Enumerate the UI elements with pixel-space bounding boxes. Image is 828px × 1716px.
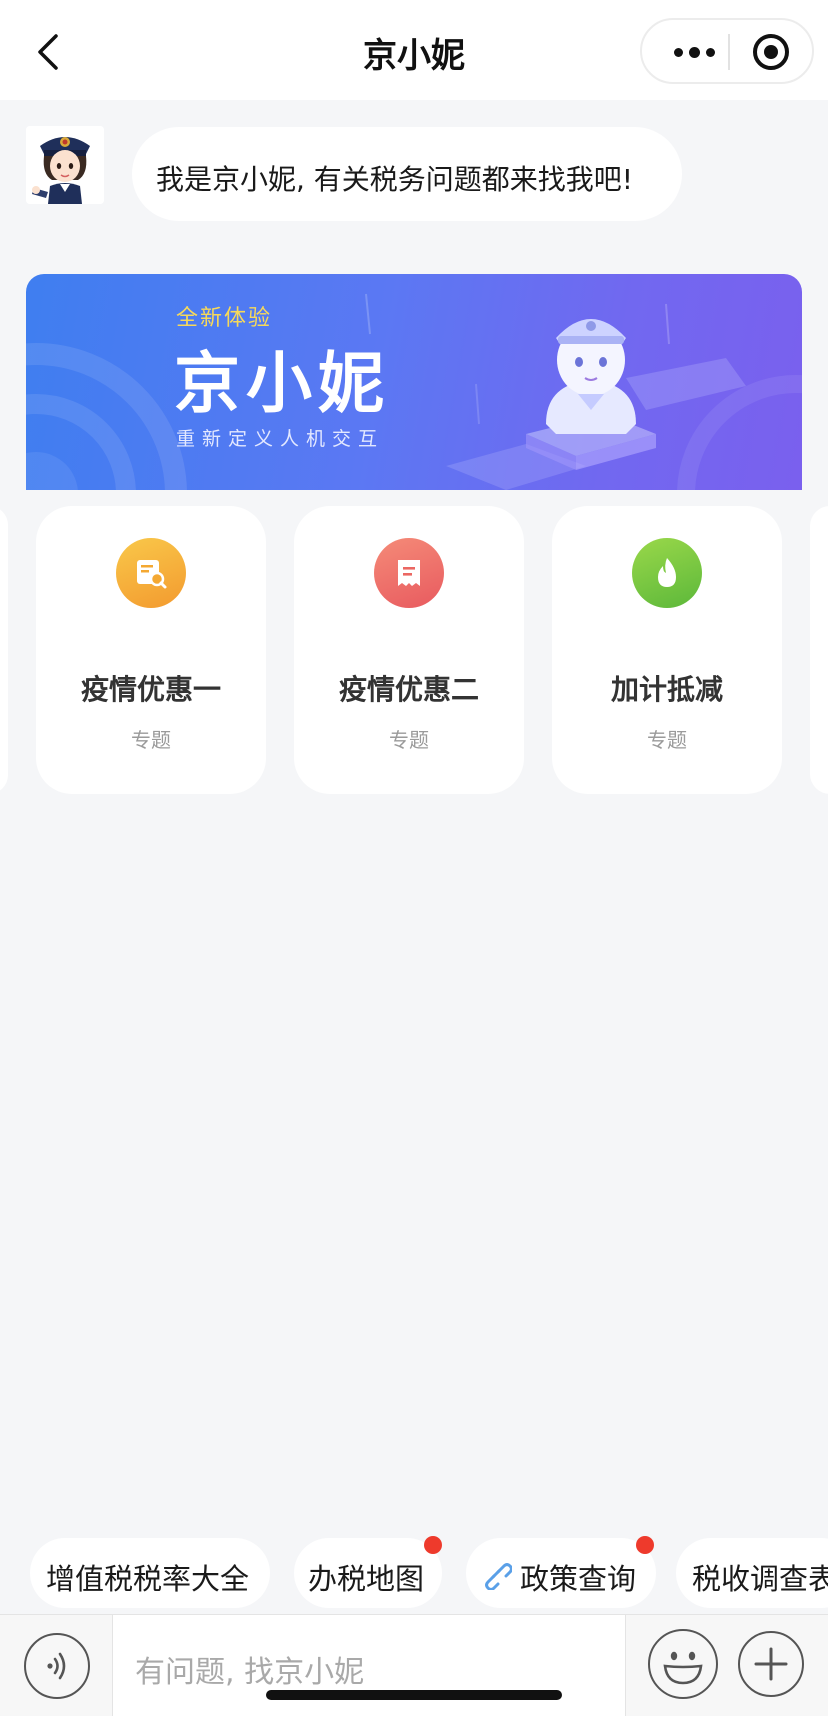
chip-label: 增值税税率大全 bbox=[46, 1562, 250, 1596]
notification-badge bbox=[424, 1536, 442, 1554]
chip-label: 办税地图 bbox=[308, 1562, 425, 1596]
greeting-bubble: 我是京小妮, 有关税务问题都来找我吧! bbox=[132, 127, 682, 221]
card-subtitle: 专题 bbox=[647, 728, 687, 752]
officer-avatar-icon bbox=[26, 126, 104, 204]
home-indicator bbox=[266, 1690, 562, 1700]
navigation-bar: 京小妮 bbox=[0, 0, 828, 100]
chip-label: 政策查询 bbox=[520, 1562, 637, 1596]
quick-action-tax-survey[interactable]: 税收调查表 bbox=[676, 1538, 828, 1608]
quick-action-vat-rates[interactable]: 增值税税率大全 bbox=[30, 1538, 270, 1608]
card-subtitle: 专题 bbox=[131, 728, 171, 752]
receipt-icon bbox=[374, 538, 444, 608]
mini-program-capsule bbox=[640, 18, 814, 84]
card-title: 加计抵减 bbox=[610, 673, 723, 706]
capsule-divider bbox=[728, 34, 730, 70]
input-placeholder: 有问题, 找京小妮 bbox=[135, 1655, 365, 1690]
card-partial-right[interactable] bbox=[810, 506, 828, 794]
more-dot-icon bbox=[705, 47, 715, 57]
more-options-button[interactable] bbox=[666, 32, 722, 72]
quick-action-tax-map[interactable]: 办税地图 bbox=[294, 1538, 442, 1608]
card-subtitle: 专题 bbox=[389, 728, 429, 752]
more-dot-icon bbox=[688, 46, 700, 58]
assistant-avatar bbox=[26, 126, 104, 204]
document-search-icon bbox=[116, 538, 186, 608]
notification-badge bbox=[636, 1536, 654, 1554]
chip-label: 税收调查表 bbox=[692, 1562, 828, 1596]
more-dot-icon bbox=[673, 47, 683, 57]
topic-card-1[interactable]: 疫情优惠一 专题 bbox=[36, 506, 266, 794]
banner-title: 京小妮 bbox=[174, 345, 390, 422]
close-miniprogram-button[interactable] bbox=[753, 34, 789, 70]
card-title: 疫情优惠一 bbox=[80, 673, 221, 706]
more-actions-button[interactable] bbox=[738, 1631, 804, 1697]
message-input[interactable]: 有问题, 找京小妮 bbox=[112, 1615, 626, 1716]
banner-subtitle: 全新体验 bbox=[176, 306, 273, 331]
emoji-button[interactable] bbox=[648, 1629, 718, 1699]
card-title: 疫情优惠二 bbox=[338, 673, 479, 706]
link-icon bbox=[485, 1563, 512, 1590]
voice-input-button[interactable] bbox=[24, 1633, 90, 1699]
smiley-icon bbox=[663, 1651, 703, 1685]
message-input-bar: 有问题, 找京小妮 bbox=[0, 1614, 828, 1716]
plus-icon bbox=[754, 1647, 788, 1681]
voice-icon bbox=[47, 1652, 66, 1680]
promo-banner[interactable]: 全新体验 京小妮 重新定义人机交互 bbox=[26, 274, 802, 490]
banner-tagline: 重新定义人机交互 bbox=[176, 428, 385, 450]
banner-decoration bbox=[26, 293, 802, 490]
greeting-text: 我是京小妮, 有关税务问题都来找我吧! bbox=[156, 163, 634, 196]
topic-card-3[interactable]: 加计抵减 专题 bbox=[552, 506, 782, 794]
card-partial-left[interactable] bbox=[0, 506, 8, 794]
quick-action-policy-search[interactable]: 政策查询 bbox=[466, 1538, 656, 1608]
flame-icon bbox=[632, 538, 702, 608]
topic-card-2[interactable]: 疫情优惠二 专题 bbox=[294, 506, 524, 794]
